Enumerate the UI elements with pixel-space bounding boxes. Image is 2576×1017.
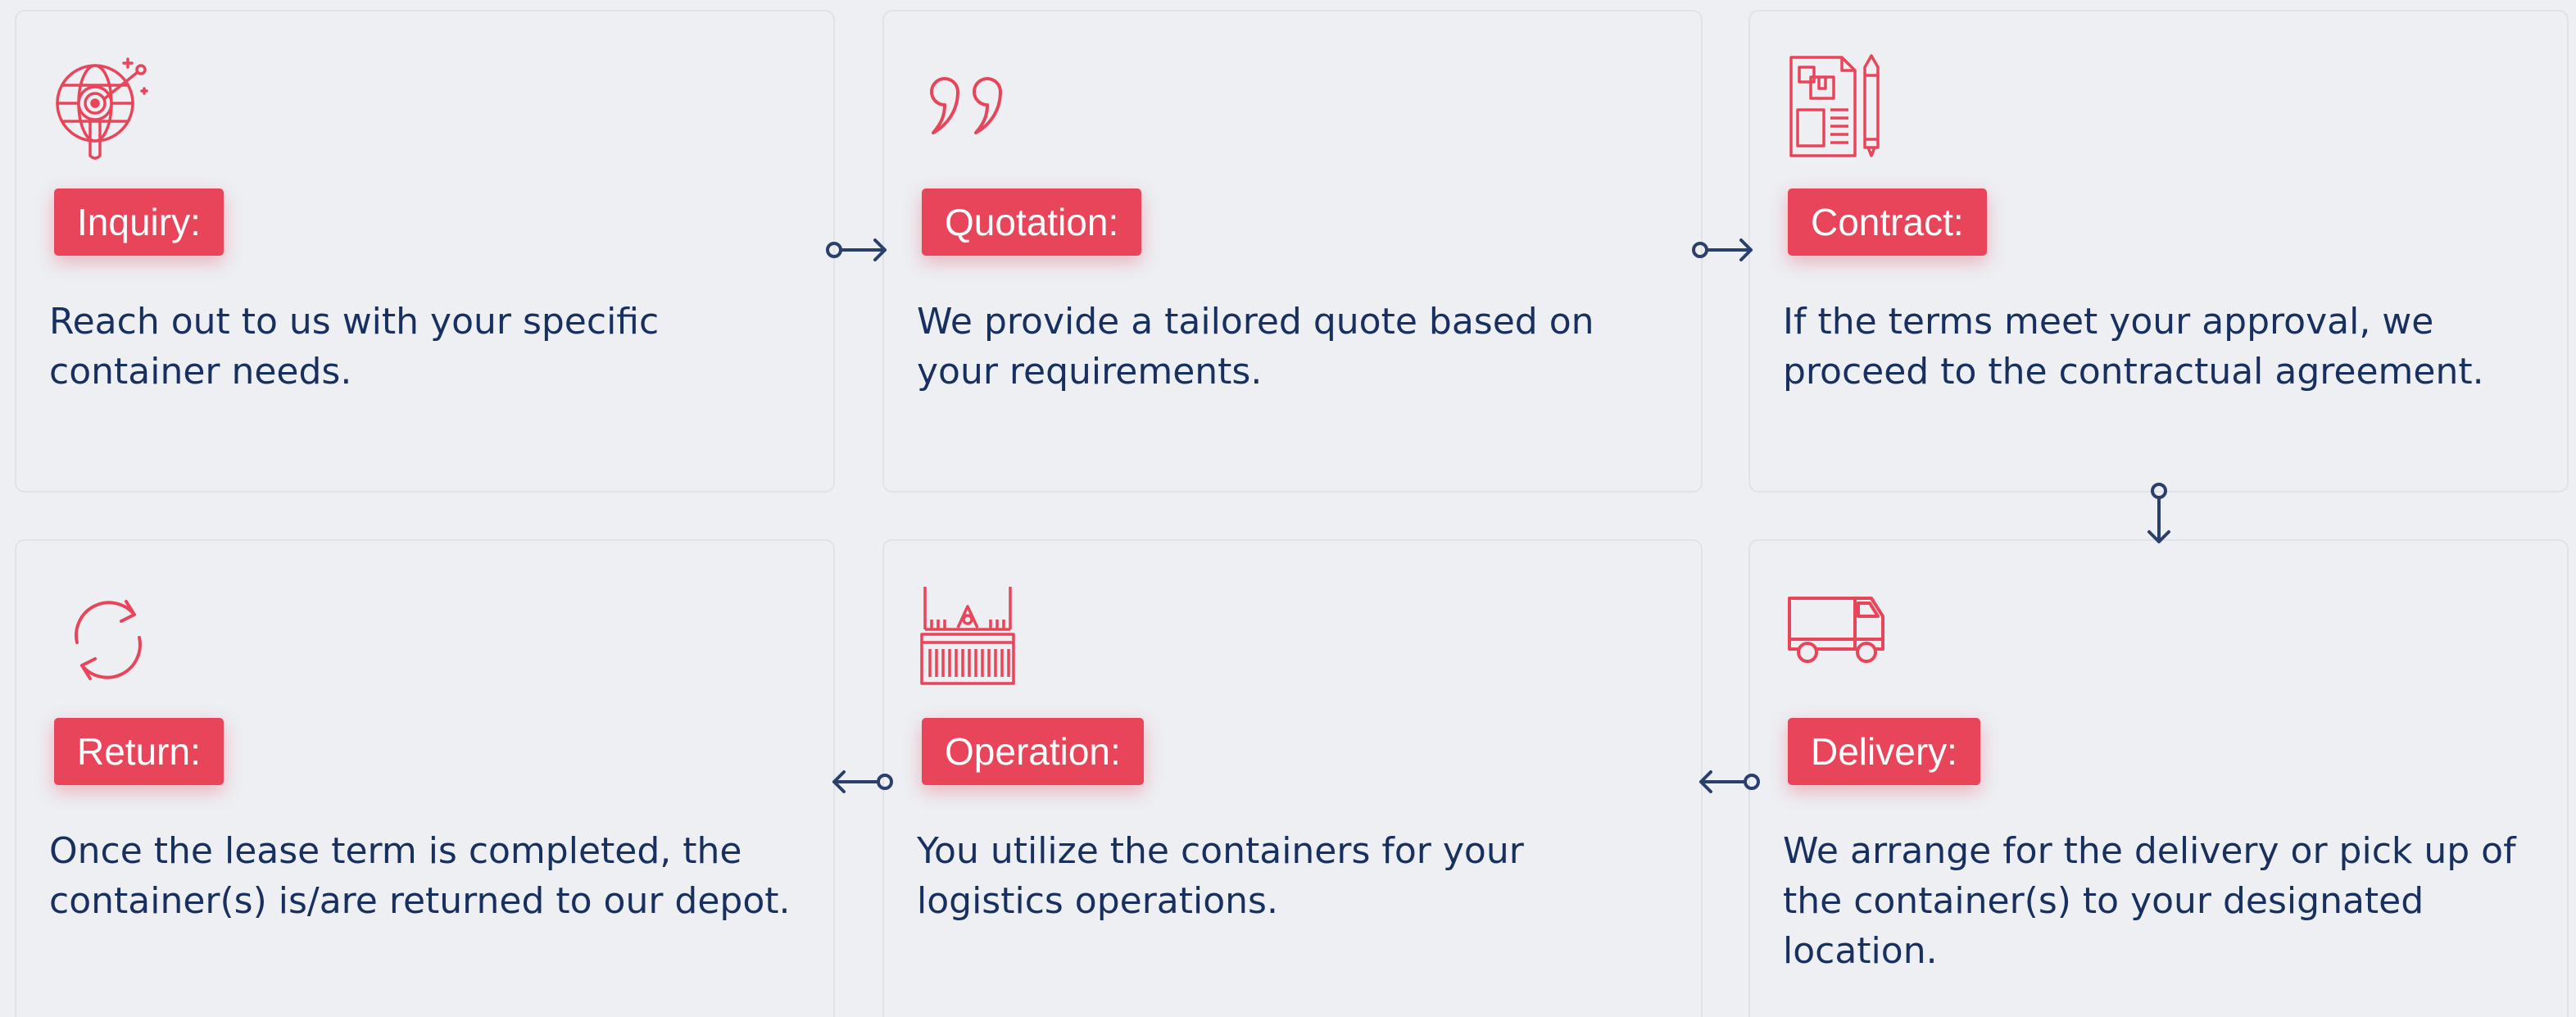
step-label: Operation:	[922, 718, 1144, 785]
delivery-truck-icon	[1786, 583, 1893, 690]
process-flow-diagram: Inquiry: Reach out to us with your speci…	[0, 0, 2576, 1017]
step-description: Reach out to us with your specific conta…	[49, 301, 660, 393]
flow-arrow-left-icon	[1691, 757, 1765, 806]
globe-target-icon	[52, 54, 159, 161]
step-card-return: Return: Once the lease term is completed…	[15, 539, 835, 1017]
step-description: You utilize the containers for your logi…	[917, 830, 1524, 922]
step-card-contract: Contract: If the terms meet your approva…	[1748, 10, 2569, 493]
flow-arrow-left-icon	[824, 757, 898, 806]
step-label: Return:	[54, 718, 224, 785]
step-description: We provide a tailored quote based on you…	[917, 301, 1594, 393]
step-card-inquiry: Inquiry: Reach out to us with your speci…	[15, 10, 835, 493]
step-description: If the terms meet your approval, we proc…	[1783, 301, 2484, 393]
flow-arrow-right-icon	[821, 225, 895, 275]
contract-document-icon	[1786, 54, 1893, 161]
step-description: Once the lease term is completed, the co…	[49, 830, 791, 922]
step-description: We arrange for the delivery or pick up o…	[1783, 830, 2516, 972]
step-card-quotation: Quotation: We provide a tailored quote b…	[882, 10, 1703, 493]
step-label: Inquiry:	[54, 188, 224, 256]
shipping-container-icon	[920, 583, 1027, 690]
step-card-operation: Operation: You utilize the containers fo…	[882, 539, 1703, 1017]
refresh-cycle-icon	[52, 583, 159, 690]
step-card-delivery: Delivery: We arrange for the delivery or…	[1748, 539, 2569, 1017]
flow-arrow-right-icon	[1687, 225, 1761, 275]
quote-marks-icon	[920, 54, 1027, 161]
step-label: Contract:	[1788, 188, 1987, 256]
step-label: Delivery:	[1788, 718, 1980, 785]
step-label: Quotation:	[922, 188, 1142, 256]
flow-arrow-down-icon	[2138, 479, 2179, 553]
